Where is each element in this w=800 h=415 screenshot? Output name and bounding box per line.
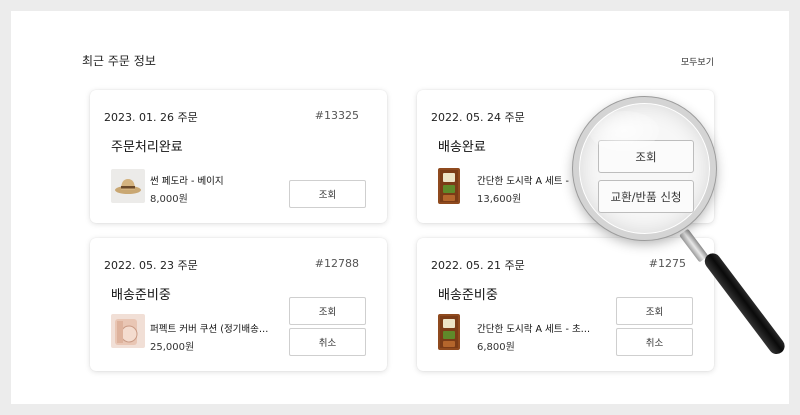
order-status: 주문처리완료 xyxy=(111,140,183,155)
order-number: #12788 xyxy=(314,257,359,270)
fedora-hat-image xyxy=(111,169,145,203)
order-number: #1275 xyxy=(648,257,686,270)
view-order-button[interactable]: 조회 xyxy=(289,180,366,208)
product-price: 25,000원 xyxy=(150,342,195,353)
product-price: 8,000원 xyxy=(150,194,188,205)
order-card: 2023. 01. 26 주문 #13325 주문처리완료 썬 페도라 - 베이… xyxy=(90,90,387,223)
view-order-button[interactable]: 조회 xyxy=(289,297,366,325)
cancel-order-button[interactable]: 취소 xyxy=(616,328,693,356)
order-status: 배송준비중 xyxy=(111,288,171,303)
view-all-link[interactable]: 모두보기 xyxy=(681,55,714,68)
product-price: 6,800원 xyxy=(477,342,515,353)
cancel-order-button[interactable]: 취소 xyxy=(289,328,366,356)
product-price: 13,600원 xyxy=(477,194,522,205)
magnifier-icon: 조회 교환/반품 신청 xyxy=(573,97,716,240)
product-name: 간단한 도시락 A 세트 - xyxy=(477,176,569,187)
order-status: 배송완료 xyxy=(438,140,486,155)
section-title: 최근 주문 정보 xyxy=(82,54,156,68)
order-date: 2022. 05. 24 주문 xyxy=(431,111,525,124)
lens-shine xyxy=(589,111,659,151)
cushion-image xyxy=(111,314,145,348)
lunchbox-image xyxy=(438,314,460,350)
exchange-return-button[interactable]: 교환/반품 신청 xyxy=(598,180,694,213)
order-date: 2022. 05. 23 주문 xyxy=(104,259,198,272)
order-status: 배송준비중 xyxy=(438,288,498,303)
product-name: 간단한 도시락 A 세트 - 초… xyxy=(477,324,591,335)
order-date: 2022. 05. 21 주문 xyxy=(431,259,525,272)
order-date: 2023. 01. 26 주문 xyxy=(104,111,198,124)
product-name: 썬 페도라 - 베이지 xyxy=(150,176,224,187)
order-card: 2022. 05. 23 주문 #12788 배송준비중 퍼펙트 커버 쿠션 (… xyxy=(90,238,387,371)
order-card: 2022. 05. 21 주문 #1275 배송준비중 간단한 도시락 A 세트… xyxy=(417,238,714,371)
lunchbox-image xyxy=(438,168,460,204)
order-number: #13325 xyxy=(314,109,359,122)
product-name: 퍼펙트 커버 쿠션 (정기배송… xyxy=(150,324,269,335)
view-order-button[interactable]: 조회 xyxy=(616,297,693,325)
